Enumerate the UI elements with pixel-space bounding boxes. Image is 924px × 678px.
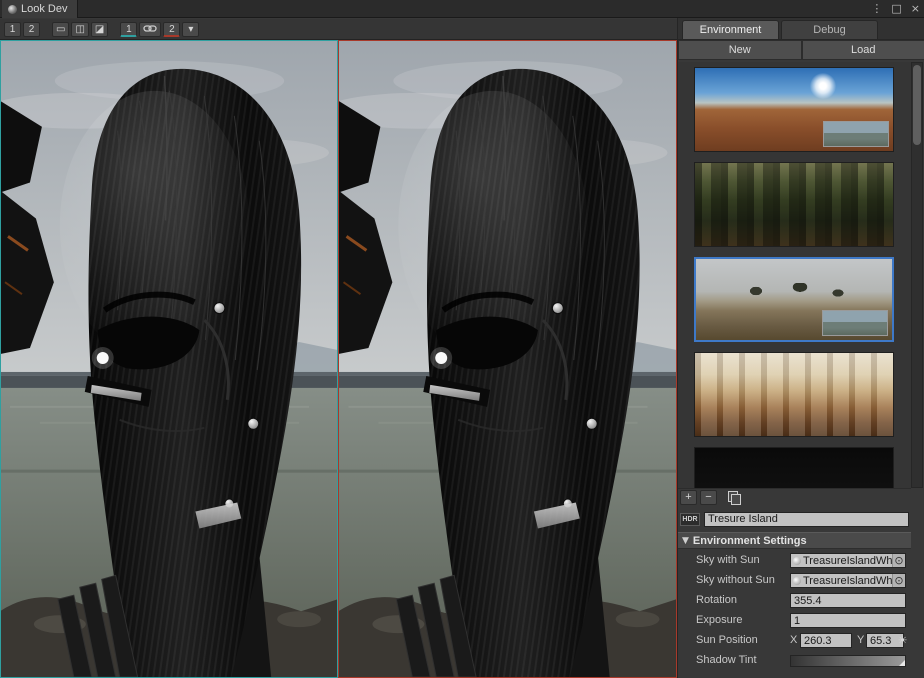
thumb-inset-preview [822,310,888,336]
link-icon [143,23,157,34]
thumb-inset-preview [823,121,889,147]
environment-panel: Environment Debug New Load [677,18,924,678]
toolbar-dropdown-caret-icon[interactable]: ▾ [182,22,199,37]
layout-sidebyside-icon[interactable]: ◫ [71,22,88,37]
single-view-button[interactable]: 1 [4,22,21,37]
color-picker-corner-icon [899,660,905,666]
sun-y-label: Y [857,634,864,646]
load-button[interactable]: Load [802,40,924,60]
lookdev-viewport [0,40,677,678]
hdri-thumbnail-list [678,62,911,488]
window-title: Look Dev [21,3,67,15]
environment-settings-header[interactable]: ▼ Environment Settings [678,532,911,549]
lookdev-eye-icon [8,5,17,14]
render-view-2[interactable] [338,40,677,678]
view1-badge[interactable]: 1 [120,22,137,37]
remove-environment-button[interactable]: − [700,490,717,505]
hdri-thumb-treasure-island[interactable] [694,257,894,342]
sun-x-input[interactable] [800,633,852,648]
hdri-thumb-night-dark[interactable] [694,447,894,488]
environment-name-input[interactable] [704,512,909,527]
lookdev-toolbar: 1 2 ▭ ◫ ◪ 1 2 ▾ [0,19,677,40]
cubemap-mini-icon [793,557,801,565]
scrollbar-thumb[interactable] [913,65,921,145]
sun-position-label: Sun Position [696,634,758,646]
settings-header-label: Environment Settings [693,535,807,547]
sky-with-sun-label: Sky with Sun [696,554,760,566]
panel-tab-strip: Environment Debug [678,18,924,40]
sun-x-label: X [790,634,797,646]
shadow-tint-color-swatch[interactable] [790,655,906,667]
window-menu-icon[interactable]: ⋮ [871,0,882,18]
tab-environment[interactable]: Environment [682,20,779,39]
sky-without-sun-label: Sky without Sun [696,574,775,586]
foldout-arrow-icon[interactable]: ▼ [682,536,689,546]
rotation-input[interactable] [790,593,906,608]
object-picker-icon[interactable]: ⊙ [892,554,905,567]
rotation-label: Rotation [696,594,737,606]
sun-position-picker-icon[interactable]: ☀ [895,633,910,648]
church-texture [695,353,893,436]
shadow-tint-label: Shadow Tint [696,654,757,666]
palm-silhouettes [696,283,892,304]
sky-without-sun-object-field[interactable]: TreasureIslandWh ⊙ [790,573,906,588]
two-view-button[interactable]: 2 [23,22,40,37]
hdri-thumb-forest[interactable] [694,162,894,247]
hdri-thumb-church-interior[interactable] [694,352,894,437]
cubemap-mini-icon [793,577,801,585]
new-button[interactable]: New [678,40,802,60]
duplicate-environment-icon[interactable] [726,490,742,505]
tab-debug[interactable]: Debug [781,20,878,39]
exposure-input[interactable] [790,613,906,628]
thumbnail-scrollbar[interactable] [911,62,923,488]
exposure-label: Exposure [696,614,742,626]
render-view-1[interactable] [0,40,338,678]
hdri-thumb-desert-sun[interactable] [694,67,894,152]
maximize-icon[interactable]: □ [891,0,901,18]
close-icon[interactable]: × [911,0,920,18]
hdri-list-toolbar: + − [678,488,911,506]
hdr-badge: HDR [680,513,700,526]
forest-texture [695,163,893,246]
layout-single-icon[interactable]: ▭ [52,22,69,37]
sun-glow [810,73,836,99]
lookdev-window: Look Dev ⋮ □ × 1 2 ▭ ◫ ◪ 1 2 ▾ [0,0,924,678]
sky-with-sun-object-field[interactable]: TreasureIslandWh ⊙ [790,553,906,568]
add-environment-button[interactable]: + [680,490,697,505]
layout-splitscreen-icon[interactable]: ◪ [91,22,108,37]
title-bar: Look Dev ⋮ □ × [0,0,924,18]
view2-badge[interactable]: 2 [163,22,180,37]
lookdev-window-tab[interactable]: Look Dev [2,0,78,18]
object-picker-icon[interactable]: ⊙ [892,574,905,587]
link-views-button[interactable] [139,22,161,37]
